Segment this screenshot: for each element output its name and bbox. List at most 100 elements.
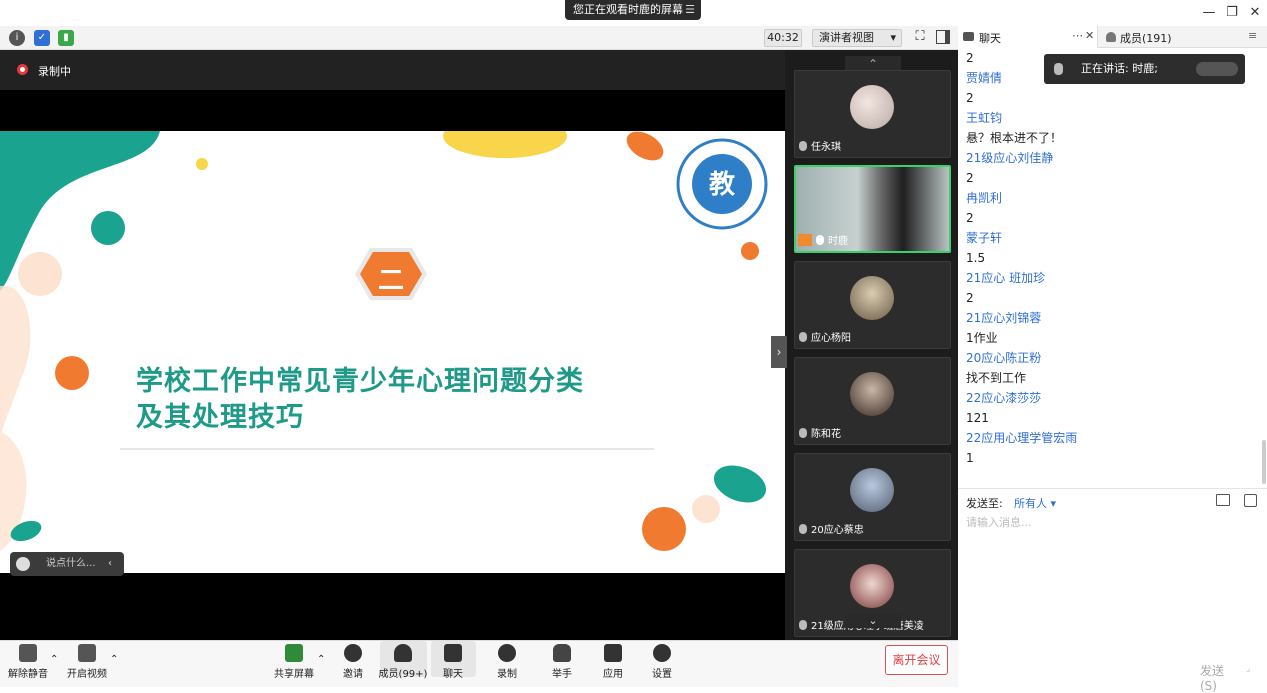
chat-sender-name[interactable]: 21应心 班加珍 (966, 268, 1267, 288)
school-logo: 教 (708, 170, 735, 200)
record-label: 录制 (497, 669, 517, 680)
tab-chat[interactable]: 聊天 ⋯ ✕ (958, 26, 1098, 48)
mic-muted-icon (799, 332, 807, 342)
invite-button[interactable]: 邀请 (328, 644, 378, 680)
chat-sender-name[interactable]: 21应心刘锦蓉 (966, 308, 1267, 328)
chevron-up-icon[interactable]: ⌃ (50, 654, 58, 665)
participant-name: 陈和花 (811, 429, 841, 440)
section-badge: 二 (377, 266, 404, 296)
chevron-down-icon: ▾ (890, 31, 896, 44)
chat-sender-name[interactable]: 22应心漆莎莎 (966, 388, 1267, 408)
chat-sender-name[interactable]: 蒙子轩 (966, 228, 1267, 248)
slide-title-line1: 学校工作中常见青少年心理问题分类 (136, 366, 584, 397)
fullscreen-icon[interactable]: ⛶ (912, 29, 928, 45)
panel-menu-icon[interactable]: ≡ (1248, 29, 1257, 42)
collapse-gallery-button[interactable]: › (771, 336, 787, 368)
restore-icon[interactable]: ❐ (1222, 4, 1242, 22)
chat-sender-name[interactable]: 21级应心刘佳静 (966, 148, 1267, 168)
raise-hand-button[interactable]: 举手 (537, 644, 587, 680)
chevron-left-icon[interactable]: ‹ (108, 552, 112, 576)
viewing-banner-text: 您正在观看时鹿的屏幕 (573, 3, 683, 16)
participant-tile-active[interactable]: 时鹿 (794, 165, 951, 253)
bottom-toolbar (0, 640, 958, 687)
slide-title: 学校工作中常见青少年心理问题分类 及其处理技巧 (136, 364, 584, 436)
chat-sender-name[interactable]: 王虹钧 (966, 108, 1267, 128)
more-icon[interactable]: ⋯ (1072, 29, 1083, 42)
scroll-down-icon[interactable]: ⌄ (845, 614, 901, 628)
members-label: 成员(99+) (378, 669, 428, 680)
mic-muted-icon (799, 620, 807, 630)
speaker-popup: 正在讲话: 时鹿; (1044, 54, 1245, 84)
shield-icon[interactable]: ✓ (34, 30, 50, 46)
avatar (850, 372, 894, 416)
avatar (850, 468, 894, 512)
chat-icon (963, 32, 974, 41)
share-screen-button[interactable]: 共享屏幕 (269, 644, 319, 680)
audio-wave-icon (1196, 62, 1238, 76)
chat-message-text: 2 (966, 211, 974, 225)
tab-members[interactable]: 成员(191) (1100, 26, 1240, 48)
slide-decoration (0, 131, 768, 551)
record-icon (498, 644, 516, 662)
chevron-up-icon[interactable]: ⌃ (317, 654, 325, 665)
hand-icon (553, 644, 571, 662)
mic-muted-icon (799, 524, 807, 534)
chat-button[interactable]: 聊天 (428, 644, 478, 680)
close-icon[interactable]: ✕ (1085, 29, 1094, 42)
signal-icon[interactable]: ▮ (58, 30, 74, 46)
members-button[interactable]: 成员(99+) (378, 644, 428, 680)
start-video-button[interactable]: 开启视频 (62, 644, 112, 680)
minimize-icon[interactable]: — (1199, 4, 1219, 22)
settings-button[interactable]: 设置 (637, 644, 687, 680)
share-screen-label: 共享屏幕 (274, 669, 314, 680)
chat-sender-name[interactable]: 冉凯利 (966, 188, 1267, 208)
leave-meeting-button[interactable]: 离开会议 (885, 645, 948, 675)
send-to-label: 发送至: (966, 497, 1003, 510)
chat-sender-name[interactable]: 20应心陈正粉 (966, 348, 1267, 368)
send-button[interactable]: 发送(S) (1200, 662, 1240, 693)
avatar (850, 85, 894, 129)
viewing-banner[interactable]: 您正在观看时鹿的屏幕 ☰ (565, 0, 701, 20)
gear-icon (653, 644, 671, 662)
raise-hand-label: 举手 (552, 669, 572, 680)
avatar (850, 564, 894, 608)
chat-message-text: 121 (966, 411, 989, 425)
apps-icon (604, 644, 622, 662)
menu-icon[interactable]: ☰ (685, 0, 695, 20)
chevron-up-icon[interactable]: ⌃ (110, 654, 118, 665)
chat-message-list: 2 贾婧倩 2 王虹钧 悬？根本进不了！ 21级应心刘佳静 2 冉凯利 2 蒙子轩 1.5 21应心 … (958, 48, 1267, 488)
tab-members-label: 成员(191) (1120, 32, 1172, 45)
chat-scrollbar[interactable] (1262, 440, 1266, 484)
record-button[interactable]: 录制 (482, 644, 532, 680)
video-gallery: ⌃ › 任永琪 时鹿 应心杨阳 陈和花 20应心蔡忠 21级应用心理学班唐美凌 … (771, 50, 958, 640)
unmute-button[interactable]: 解除静音 (3, 644, 53, 680)
participant-tile[interactable]: 陈和花 (794, 357, 951, 445)
slide-title-line2: 及其处理技巧 (136, 402, 304, 433)
chat-sender-name[interactable]: 22应用心理学管宏雨 (966, 428, 1267, 448)
participant-tile[interactable]: 20应心蔡忠 (794, 453, 951, 541)
mic-muted-icon (1054, 63, 1063, 75)
chat-messages: 2 贾婧倩 2 王虹钧 悬？根本进不了！ 21级应心刘佳静 2 冉凯利 2 蒙子轩 1.5 21应心 … (966, 48, 1267, 468)
file-icon[interactable] (1216, 494, 1230, 506)
close-icon[interactable]: ✕ (1245, 4, 1265, 22)
send-to-select[interactable]: 所有人 ▾ (1014, 495, 1056, 511)
participant-tile[interactable]: 应心杨阳 (794, 261, 951, 349)
person-icon (1106, 32, 1116, 42)
members-icon (394, 644, 412, 662)
emoji-icon[interactable] (16, 557, 30, 571)
screenshot-icon[interactable] (1244, 494, 1257, 507)
speaker-text: 正在讲话: 时鹿; (1081, 62, 1158, 75)
info-icon[interactable]: i (9, 30, 25, 46)
settings-label: 设置 (652, 669, 672, 680)
apps-button[interactable]: 应用 (588, 644, 638, 680)
chat-input[interactable]: 请输入消息... (966, 514, 1256, 532)
quick-chat-pill[interactable]: 说点什么... ‹ (10, 552, 124, 576)
view-mode-label: 演讲者视图 (819, 31, 874, 44)
host-icon (798, 234, 812, 246)
invite-label: 邀请 (343, 669, 363, 680)
participant-tile[interactable]: 任永琪 (794, 70, 951, 158)
send-target-row: 发送至: 所有人 ▾ (958, 488, 1267, 512)
view-mode-select[interactable]: 演讲者视图 ▾ (812, 29, 902, 47)
panel-toggle-icon[interactable] (936, 30, 950, 44)
share-screen-icon (285, 644, 303, 662)
